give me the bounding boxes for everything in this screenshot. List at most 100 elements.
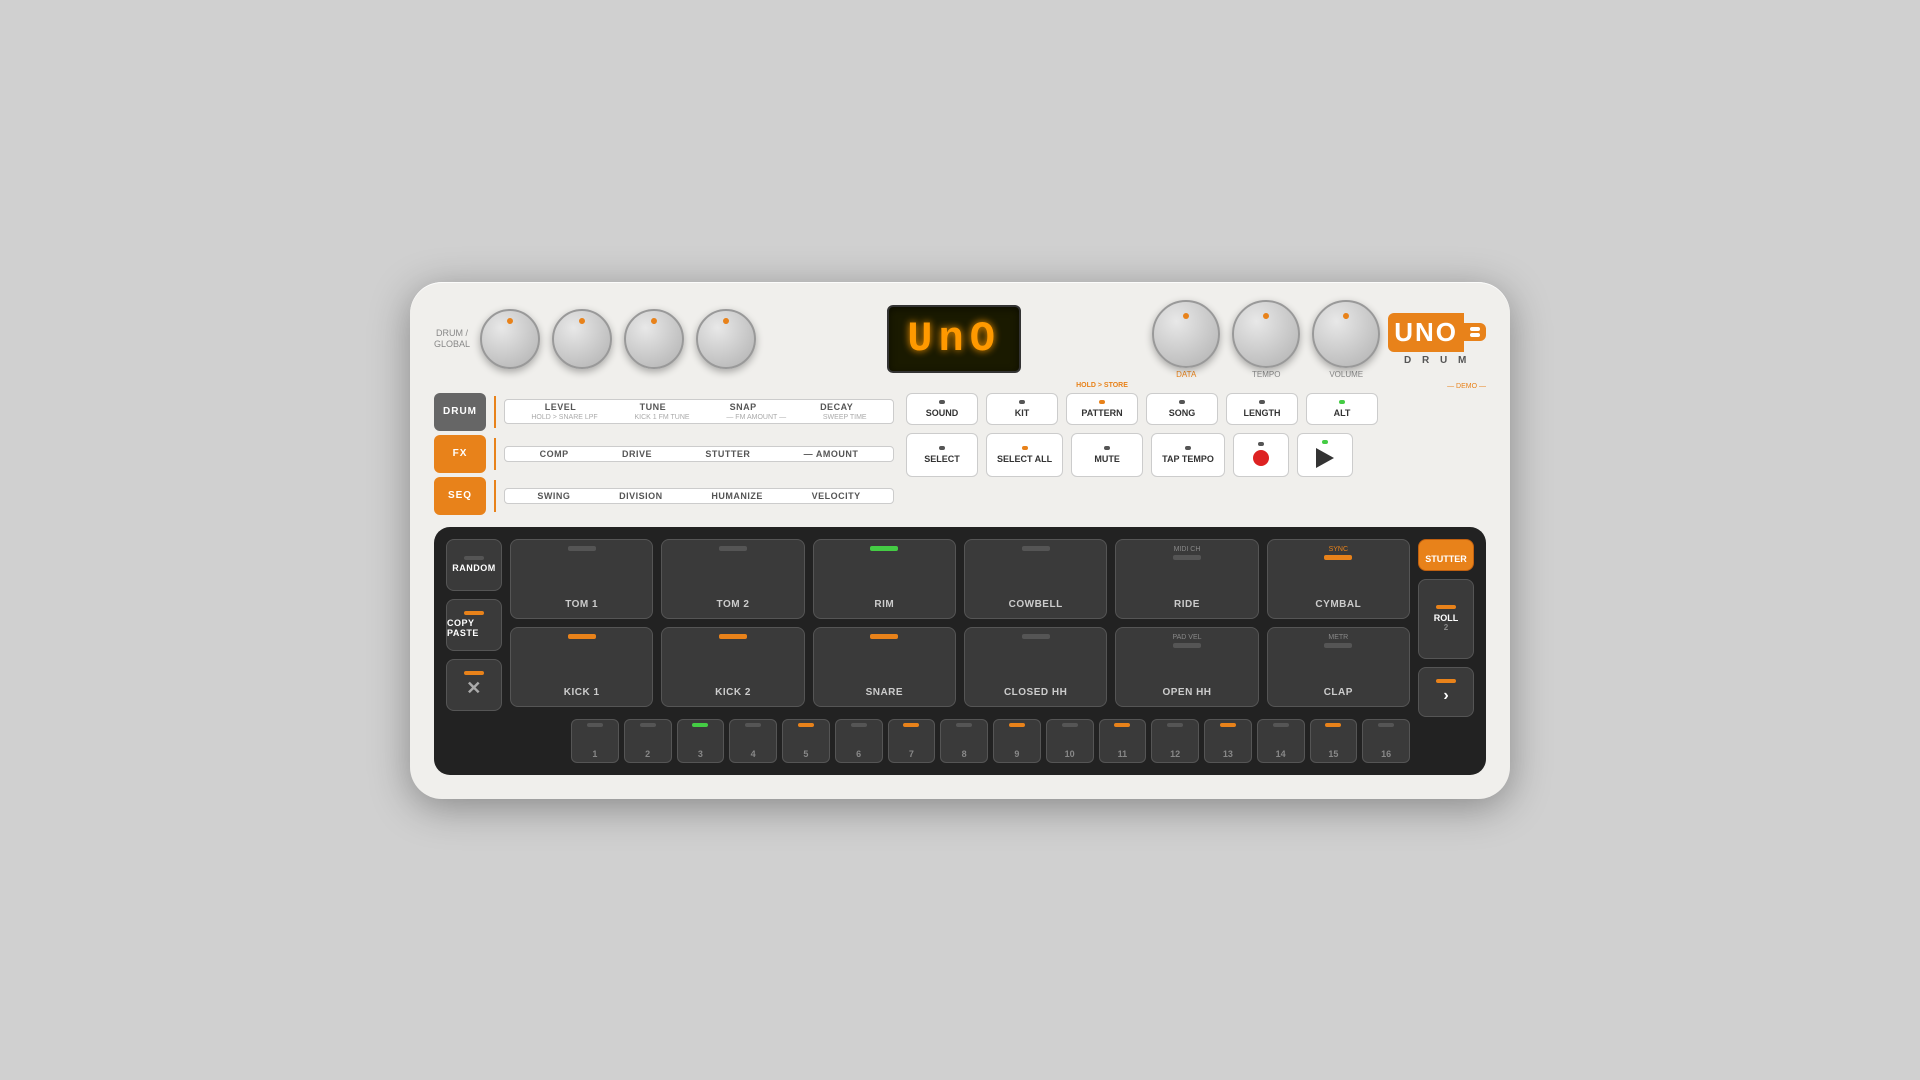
step-led-10 xyxy=(1062,723,1078,727)
right-buttons-panel: — DEMO — SOUND KIT PATTERN HOLD > STORE … xyxy=(906,393,1486,515)
pattern-led xyxy=(1099,400,1105,404)
step-led-11 xyxy=(1114,723,1130,727)
roll-button[interactable]: ROLL 2 xyxy=(1418,579,1474,659)
step-btn-1[interactable]: 1 xyxy=(571,719,619,763)
step-btn-14[interactable]: 14 xyxy=(1257,719,1305,763)
step-led-7 xyxy=(903,723,919,727)
cymbal-pad[interactable]: SYNC CYMBAL xyxy=(1267,539,1410,619)
pattern-button[interactable]: PATTERN HOLD > STORE xyxy=(1066,393,1138,425)
knob2[interactable] xyxy=(552,309,612,369)
drum-mode-button[interactable]: DRUM xyxy=(434,393,486,431)
copy-paste-button[interactable]: COPY PASTE xyxy=(446,599,502,651)
drum-params: LEVEL TUNE SNAP DECAY HOLD > SNARE LPF K… xyxy=(504,399,894,424)
tom1-pad[interactable]: TOM 1 xyxy=(510,539,653,619)
step-btn-5[interactable]: 5 xyxy=(782,719,830,763)
record-circle-icon xyxy=(1253,450,1269,466)
bottom-pads-row: KICK 1 KICK 2 SNARE CLOSED HH PAD VEL xyxy=(510,627,1410,707)
step-btn-2[interactable]: 2 xyxy=(624,719,672,763)
closed-hh-pad[interactable]: CLOSED HH xyxy=(964,627,1107,707)
clap-label: CLAP xyxy=(1324,687,1353,698)
closed-hh-led xyxy=(1022,634,1050,639)
step-btn-11[interactable]: 11 xyxy=(1099,719,1147,763)
cymbal-sublabel: SYNC xyxy=(1329,546,1348,553)
tempo-knob-wrap: TEMPO xyxy=(1232,300,1300,379)
step-btn-9[interactable]: 9 xyxy=(993,719,1041,763)
snare-pad[interactable]: SNARE xyxy=(813,627,956,707)
step-led-13 xyxy=(1220,723,1236,727)
step-btn-10[interactable]: 10 xyxy=(1046,719,1094,763)
step-btn-3[interactable]: 3 xyxy=(677,719,725,763)
knob4[interactable] xyxy=(696,309,756,369)
tap-tempo-button[interactable]: TAP TEMPO xyxy=(1151,433,1225,477)
ride-label: RIDE xyxy=(1174,599,1200,610)
step-led-15 xyxy=(1325,723,1341,727)
seq-param-row: SWING DIVISION HUMANIZE VELOCITY xyxy=(513,491,885,501)
kick1-pad[interactable]: KICK 1 xyxy=(510,627,653,707)
random-button[interactable]: RANDOM xyxy=(446,539,502,591)
controls-section: DRUM LEVEL TUNE SNAP DECAY HOLD > SNARE … xyxy=(434,393,1486,515)
cancel-led xyxy=(464,671,484,675)
cymbal-label: CYMBAL xyxy=(1315,599,1361,610)
clap-pad[interactable]: METR CLAP xyxy=(1267,627,1410,707)
play-button[interactable] xyxy=(1297,433,1353,477)
sound-button[interactable]: SOUND xyxy=(906,393,978,425)
mute-button[interactable]: MUTE xyxy=(1071,433,1143,477)
step-btn-13[interactable]: 13 xyxy=(1204,719,1252,763)
step-led-2 xyxy=(640,723,656,727)
fx-params: COMP DRIVE STUTTER — AMOUNT xyxy=(504,446,894,462)
length-button[interactable]: LENGTH xyxy=(1226,393,1298,425)
step-led-8 xyxy=(956,723,972,727)
volume-knob-label: VOLUME xyxy=(1329,370,1363,379)
right-side-buttons: STUTTER ROLL 2 › xyxy=(1418,539,1474,763)
length-led xyxy=(1259,400,1265,404)
tom2-pad[interactable]: TOM 2 xyxy=(661,539,804,619)
rim-pad[interactable]: RIM xyxy=(813,539,956,619)
seq-mode-button[interactable]: SEQ xyxy=(434,477,486,515)
fx-mode-button[interactable]: FX xyxy=(434,435,486,473)
volume-knob[interactable] xyxy=(1312,300,1380,368)
kick1-led xyxy=(568,634,596,639)
select-all-button[interactable]: SELECT ALL xyxy=(986,433,1063,477)
step-btn-16[interactable]: 16 xyxy=(1362,719,1410,763)
tap-tempo-led xyxy=(1185,446,1191,450)
uno-drum-device: DRUM / GLOBAL UnO xyxy=(410,282,1510,799)
sound-led xyxy=(939,400,945,404)
knob1[interactable] xyxy=(480,309,540,369)
tempo-knob[interactable] xyxy=(1232,300,1300,368)
open-hh-pad[interactable]: PAD VEL OPEN HH xyxy=(1115,627,1258,707)
knob3[interactable] xyxy=(624,309,684,369)
ride-pad[interactable]: MIDI CH RIDE xyxy=(1115,539,1258,619)
step-btn-15[interactable]: 15 xyxy=(1310,719,1358,763)
cancel-button[interactable]: ✕ xyxy=(446,659,502,711)
step-led-9 xyxy=(1009,723,1025,727)
rim-label: RIM xyxy=(874,599,894,610)
hold-store-label: HOLD > STORE xyxy=(1076,382,1128,389)
data-knob[interactable] xyxy=(1152,300,1220,368)
song-led xyxy=(1179,400,1185,404)
next-button[interactable]: › xyxy=(1418,667,1474,717)
step-btn-7[interactable]: 7 xyxy=(888,719,936,763)
knob2-wrap xyxy=(552,309,612,369)
step-led-3 xyxy=(692,723,708,727)
step-btn-8[interactable]: 8 xyxy=(940,719,988,763)
knob1-wrap xyxy=(480,309,540,369)
clap-led xyxy=(1324,643,1352,648)
drum-param-row: LEVEL TUNE SNAP DECAY xyxy=(513,402,885,412)
step-btn-12[interactable]: 12 xyxy=(1151,719,1199,763)
step-row-wrap: 1 2 3 4 5 xyxy=(510,715,1410,763)
demo-label: — DEMO — xyxy=(1447,383,1486,390)
alt-button[interactable]: ALT xyxy=(1306,393,1378,425)
kick2-pad[interactable]: KICK 2 xyxy=(661,627,804,707)
step-btn-6[interactable]: 6 xyxy=(835,719,883,763)
step-btn-4[interactable]: 4 xyxy=(729,719,777,763)
snare-led xyxy=(870,634,898,639)
record-button[interactable] xyxy=(1233,433,1289,477)
select-button[interactable]: SELECT xyxy=(906,433,978,477)
stutter-button[interactable]: STUTTER xyxy=(1418,539,1474,571)
ride-sublabel: MIDI CH xyxy=(1174,546,1201,553)
kit-button[interactable]: KIT xyxy=(986,393,1058,425)
song-button[interactable]: SONG xyxy=(1146,393,1218,425)
data-knob-label: DATA xyxy=(1176,370,1196,379)
step-buttons: 1 2 3 4 5 xyxy=(571,719,1410,763)
cowbell-pad[interactable]: COWBELL xyxy=(964,539,1107,619)
